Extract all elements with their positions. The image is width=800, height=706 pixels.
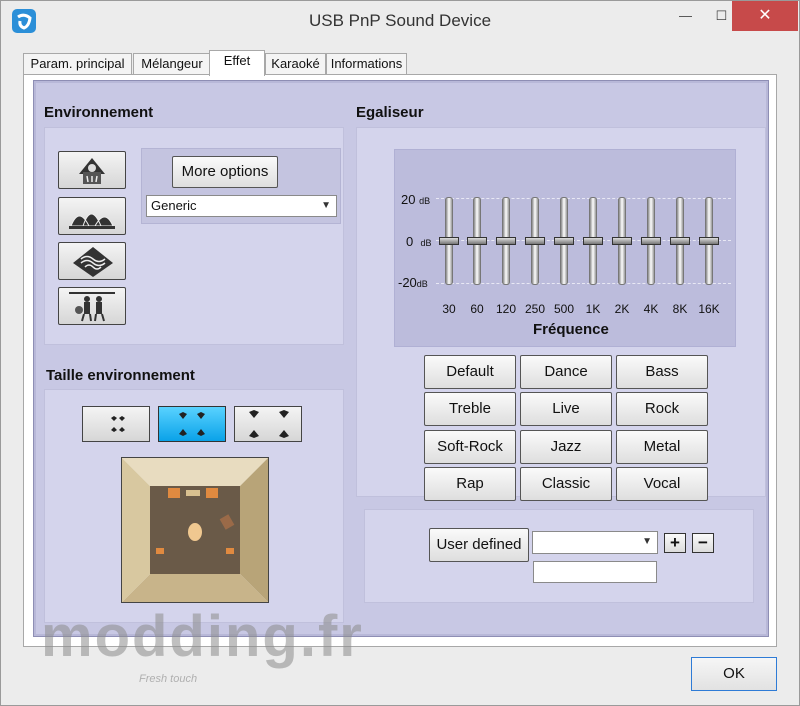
eq-y-label-20: 20 dB: [401, 192, 431, 207]
eq-slider-thumb[interactable]: [641, 237, 661, 245]
eq-y-label-0: 0 dB: [406, 234, 432, 249]
eq-frequency-label: 1K: [585, 302, 601, 316]
eq-slider-thumb[interactable]: [439, 237, 459, 245]
close-button[interactable]: ✕: [732, 1, 798, 31]
eq-slider-thumb[interactable]: [554, 237, 574, 245]
tab-melangeur[interactable]: Mélangeur: [133, 53, 211, 75]
opera-house-icon: [69, 213, 115, 229]
eq-slider-thumb[interactable]: [670, 237, 690, 245]
chevron-down-icon: ▼: [642, 536, 652, 547]
preset-soft-rock-button[interactable]: Soft-Rock: [424, 430, 516, 464]
eq-slider-thumb[interactable]: [496, 237, 516, 245]
bathroom-env-button[interactable]: [58, 151, 126, 189]
room-size-medium-button[interactable]: [158, 406, 226, 442]
tab-karaoke[interactable]: Karaoké: [265, 53, 326, 75]
carpet-env-button[interactable]: [58, 242, 126, 280]
bathroom-icon: [79, 158, 105, 184]
small-room-icon: [111, 416, 125, 432]
preset-name-input[interactable]: [533, 561, 657, 583]
user-defined-button[interactable]: User defined: [429, 528, 529, 562]
carpet-icon: [73, 247, 113, 277]
user-defined-box: [364, 509, 754, 603]
preset-vocal-button[interactable]: Vocal: [616, 467, 708, 501]
eq-frequency-label: 500: [553, 302, 575, 316]
preset-rap-button[interactable]: Rap: [424, 467, 516, 501]
preset-default-button[interactable]: Default: [424, 355, 516, 389]
tab-effet[interactable]: Effet: [209, 50, 265, 76]
eq-slider-thumb[interactable]: [467, 237, 487, 245]
large-room-icon: [249, 410, 289, 438]
eq-slider-thumb[interactable]: [525, 237, 545, 245]
watermark-tagline: Fresh touch: [139, 673, 198, 685]
eq-frequency-label: 8K: [672, 302, 688, 316]
hallway-env-button[interactable]: [58, 287, 126, 325]
frequency-axis-label: Fréquence: [533, 321, 609, 338]
medium-room-icon: [179, 412, 205, 436]
eq-y-label-minus-20: -20dB: [398, 275, 428, 290]
eq-frequency-label: 2K: [614, 302, 630, 316]
environment-select-value: Generic: [151, 198, 197, 213]
add-preset-button[interactable]: +: [664, 533, 686, 553]
eq-slider-thumb[interactable]: [699, 237, 719, 245]
ok-button[interactable]: OK: [691, 657, 777, 691]
eq-frequency-label: 120: [495, 302, 517, 316]
room-size-small-button[interactable]: [82, 406, 150, 442]
tab-informations[interactable]: Informations: [326, 53, 407, 75]
user-preset-select[interactable]: ▼: [532, 531, 658, 554]
preset-metal-button[interactable]: Metal: [616, 430, 708, 464]
tab-param-principal[interactable]: Param. principal: [23, 53, 132, 75]
eq-slider-thumb[interactable]: [612, 237, 632, 245]
preset-treble-button[interactable]: Treble: [424, 392, 516, 426]
preset-jazz-button[interactable]: Jazz: [520, 430, 612, 464]
eq-frequency-label: 60: [470, 302, 484, 316]
opera-house-env-button[interactable]: [58, 197, 126, 235]
dialog-window: USB PnP Sound Device — ☐ ✕ Param. princi…: [0, 0, 800, 706]
environment-select[interactable]: Generic ▼: [146, 195, 337, 217]
preset-live-button[interactable]: Live: [520, 392, 612, 426]
room-preview: [121, 457, 269, 603]
remove-preset-button[interactable]: −: [692, 533, 714, 553]
room-size-large-button[interactable]: [234, 406, 302, 442]
eq-frequency-label: 30: [442, 302, 456, 316]
eq-slider-thumb[interactable]: [583, 237, 603, 245]
room-size-title: Taille environnement: [46, 367, 195, 384]
preset-classic-button[interactable]: Classic: [520, 467, 612, 501]
eq-frequency-label: 16K: [698, 302, 720, 316]
more-options-button[interactable]: More options: [172, 156, 278, 188]
preset-bass-button[interactable]: Bass: [616, 355, 708, 389]
eq-frequency-label: 4K: [643, 302, 659, 316]
preset-rock-button[interactable]: Rock: [616, 392, 708, 426]
title-bar[interactable]: USB PnP Sound Device — ☐ ✕: [1, 1, 799, 41]
hallway-music-icon: [69, 292, 115, 322]
watermark-logo: modding.fr: [41, 604, 364, 669]
equalizer-title: Egaliseur: [356, 104, 424, 121]
room-preview-image: [122, 458, 268, 602]
preset-dance-button[interactable]: Dance: [520, 355, 612, 389]
chevron-down-icon: ▼: [321, 200, 331, 211]
eq-frequency-label: 250: [524, 302, 546, 316]
environment-title: Environnement: [44, 104, 154, 121]
